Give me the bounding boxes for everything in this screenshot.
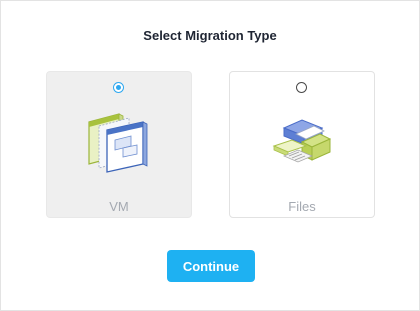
vm-windows-icon bbox=[88, 113, 148, 173]
migration-type-dialog: Select Migration Type VM Files Continue bbox=[0, 0, 420, 311]
option-label-vm: VM bbox=[109, 199, 129, 214]
dialog-title: Select Migration Type bbox=[143, 28, 277, 43]
option-card-vm[interactable]: VM bbox=[46, 71, 192, 218]
files-stack-icon bbox=[272, 119, 332, 163]
option-card-files[interactable]: Files bbox=[229, 71, 375, 218]
continue-button[interactable]: Continue bbox=[167, 250, 255, 282]
radio-files[interactable] bbox=[296, 82, 307, 93]
option-label-files: Files bbox=[288, 199, 316, 214]
radio-vm[interactable] bbox=[113, 82, 124, 93]
